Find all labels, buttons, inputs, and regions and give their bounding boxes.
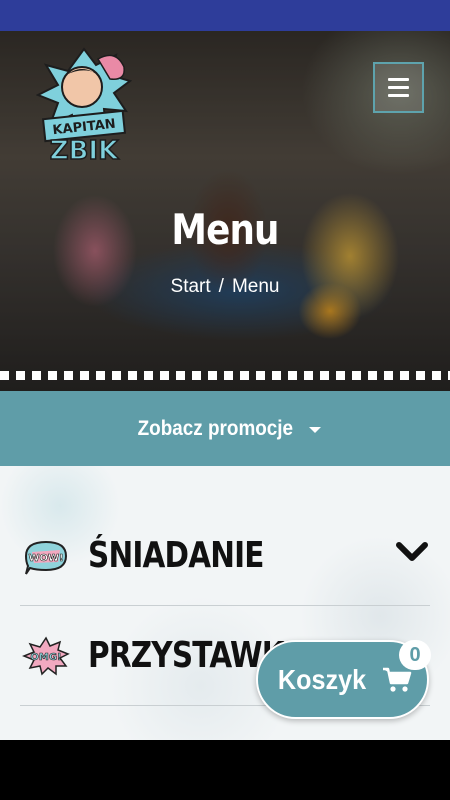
- logo[interactable]: KAPITAN ZBIK: [35, 45, 133, 167]
- page-title: Menu: [171, 205, 279, 254]
- film-strip-divider: [0, 371, 450, 380]
- hamburger-icon-bar: [388, 86, 409, 89]
- status-bar: [0, 0, 450, 31]
- navigation-bar: [0, 740, 450, 800]
- cart-label: Koszyk: [278, 663, 367, 695]
- category-label: ŚNIADANIE: [88, 535, 264, 576]
- logo-text-line2: ZBIK: [50, 136, 119, 166]
- shopping-cart-icon: [382, 667, 411, 692]
- breadcrumb: Start / Menu: [0, 276, 450, 298]
- breadcrumb-current: Menu: [231, 276, 280, 297]
- promo-label: Zobacz promocje: [137, 416, 293, 440]
- hamburger-icon-bar: [388, 78, 409, 81]
- wow-badge-icon: WOW!: [24, 540, 68, 575]
- category-row-sniadanie[interactable]: WOW! ŚNIADANIE: [20, 506, 430, 606]
- hamburger-menu-button[interactable]: [373, 62, 424, 113]
- hamburger-icon-bar: [388, 94, 409, 97]
- cart-count-badge: 0: [399, 640, 431, 670]
- caret-down-icon: [309, 427, 322, 433]
- chevron-down-icon[interactable]: [396, 541, 428, 563]
- omg-badge-text: OMG!: [30, 652, 61, 663]
- promo-toggle-button[interactable]: Zobacz promocje: [0, 391, 450, 466]
- omg-badge-icon: OMG!: [22, 636, 70, 675]
- wow-badge-text: WOW!: [28, 553, 63, 564]
- breadcrumb-start-link[interactable]: Start: [171, 276, 211, 297]
- breadcrumb-separator: /: [218, 276, 224, 297]
